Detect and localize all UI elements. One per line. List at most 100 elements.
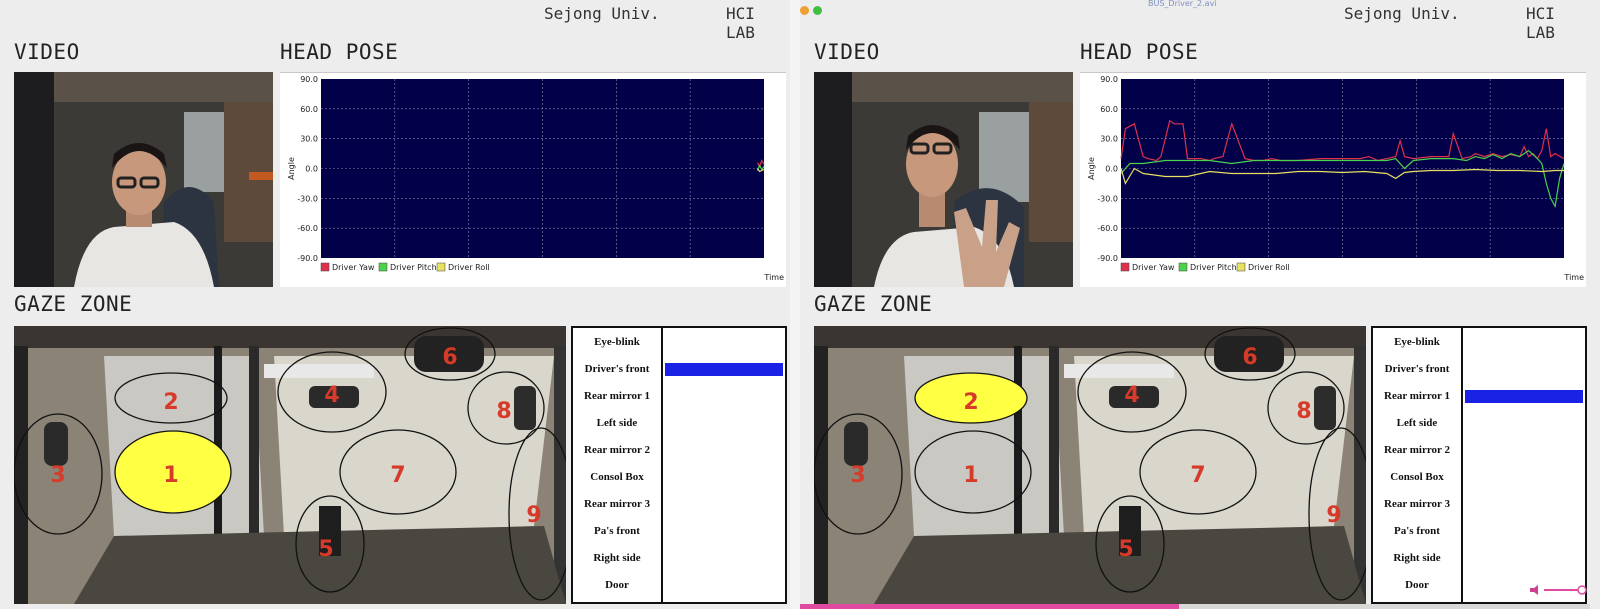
legend-swatch <box>1178 262 1188 272</box>
gaze-zone-number: 9 <box>526 503 541 528</box>
y-tick-label: -90.0 <box>1097 254 1118 263</box>
gaze-zone-number: 8 <box>1296 399 1311 424</box>
window-controls <box>800 0 826 19</box>
y-tick-label: 60.0 <box>1100 105 1118 114</box>
lab-label: HCI LAB <box>1526 4 1555 42</box>
zone-label: Pa's front <box>594 525 640 537</box>
gaze-zone-number: 9 <box>1326 503 1341 528</box>
head-pose-chart: 90.0 60.0 30.0 0.0 -30.0 -60.0 -90.0 Angle Drive… <box>280 72 786 287</box>
minimize-window-icon[interactable] <box>800 6 809 15</box>
gaze-zone-number: 1 <box>963 463 978 488</box>
gaze-zone-scene: 1 2 3 4 5 6 7 8 9 <box>14 326 566 604</box>
zone-label: Rear mirror 2 <box>1384 444 1450 456</box>
active-zone-bar <box>665 363 783 376</box>
playback-progress-fill <box>800 604 1180 609</box>
y-tick-label: 90.0 <box>300 75 318 84</box>
y-tick-label: 30.0 <box>300 135 318 144</box>
zone-label: Consol Box <box>590 471 644 483</box>
y-tick-label: -90.0 <box>297 254 318 263</box>
zone-label: Door <box>605 579 629 591</box>
head-pose-plot: 90.0 60.0 30.0 0.0 -30.0 -60.0 -90.0 Angle Drive… <box>1087 75 1584 282</box>
legend-label: Driver Roll <box>448 263 490 272</box>
gaze-zone-number: 2 <box>963 390 978 415</box>
legend-swatch <box>320 262 330 272</box>
left-panel: Sejong Univ. HCI LAB VIDEO HEAD POSE 90.… <box>0 0 790 609</box>
zone-label: Door <box>1405 579 1429 591</box>
zone-list-divider <box>661 328 663 602</box>
y-tick-label: -60.0 <box>297 224 318 233</box>
zone-label: Rear mirror 1 <box>584 390 650 402</box>
gaze-zone-number: 5 <box>1118 537 1133 562</box>
legend-swatch <box>1236 262 1246 272</box>
legend-swatch <box>436 262 446 272</box>
driver-video-frame <box>814 72 1073 287</box>
right-panel: BUS_Driver_2.avi Sejong Univ. HCI LAB VI… <box>800 0 1590 609</box>
gaze-zone-number: 3 <box>850 463 865 488</box>
gaze-zone-number: 5 <box>318 537 333 562</box>
zone-label: Right side <box>593 552 641 564</box>
y-tick-label: -30.0 <box>1097 194 1118 203</box>
gaze-zone-number: 4 <box>324 383 339 408</box>
gaze-zone-section-title: GAZE ZONE <box>814 292 933 316</box>
video-section-title: VIDEO <box>14 40 80 64</box>
gaze-zone-number: 2 <box>163 390 178 415</box>
speaker-icon <box>1530 585 1538 595</box>
maximize-window-icon[interactable] <box>813 6 822 15</box>
legend-swatch <box>1120 262 1130 272</box>
zone-label: Driver's front <box>584 363 650 375</box>
x-axis-label: Time <box>763 273 784 282</box>
zone-label: Rear mirror 1 <box>1384 390 1450 402</box>
panel-separator <box>790 0 800 609</box>
legend-label: Driver Pitch <box>390 263 437 272</box>
gaze-zone-number: 1 <box>163 463 178 488</box>
zone-list-divider <box>1461 328 1463 602</box>
gaze-zone-number: 8 <box>496 399 511 424</box>
x-axis-label: Time <box>1563 273 1584 282</box>
volume-slider[interactable] <box>1528 583 1588 597</box>
legend-label: Driver Yaw <box>1132 263 1175 272</box>
gaze-zone-number: 7 <box>390 463 405 488</box>
zone-label: Left side <box>596 417 638 429</box>
y-tick-label: 60.0 <box>300 105 318 114</box>
legend-swatch <box>378 262 388 272</box>
gaze-zone-list: Eye-blink Driver's front Rear mirror 1 Left… <box>571 326 787 604</box>
gaze-zone-number: 3 <box>50 463 65 488</box>
y-axis-label: Angle <box>1087 157 1096 180</box>
y-tick-label: 0.0 <box>1105 165 1118 174</box>
zone-label: Pa's front <box>1394 525 1440 537</box>
y-tick-label: 0.0 <box>305 165 318 174</box>
zone-label: Eye-blink <box>594 336 640 348</box>
university-label: Sejong Univ. <box>544 4 660 23</box>
bus-interior-view: 1 2 3 4 5 6 7 8 9 <box>14 326 566 604</box>
gaze-zone-number: 7 <box>1190 463 1205 488</box>
legend-label: Driver Pitch <box>1190 263 1237 272</box>
zone-label: Right side <box>1393 552 1441 564</box>
zone-label: Eye-blink <box>1394 336 1440 348</box>
gaze-zone-scene: 1 2 3 4 5 6 7 8 9 <box>814 326 1366 604</box>
university-label: Sejong Univ. <box>1344 4 1460 23</box>
bus-interior-view: 1 2 3 4 5 6 7 8 9 <box>814 326 1366 604</box>
zone-label: Driver's front <box>1384 363 1450 375</box>
gaze-zone-number: 6 <box>442 345 457 370</box>
y-tick-label: 90.0 <box>1100 75 1118 84</box>
zone-label: Consol Box <box>1390 471 1444 483</box>
y-tick-label: 30.0 <box>1100 135 1118 144</box>
legend-label: Driver Roll <box>1248 263 1290 272</box>
zone-label: Rear mirror 3 <box>584 498 650 510</box>
head-pose-section-title: HEAD POSE <box>1080 40 1199 64</box>
driver-video-image <box>14 72 273 287</box>
legend-label: Driver Yaw <box>332 263 375 272</box>
zone-label: Left side <box>1396 417 1438 429</box>
gaze-zone-number: 6 <box>1242 345 1257 370</box>
y-axis-label: Angle <box>287 157 296 180</box>
gaze-zone-number: 4 <box>1124 383 1139 408</box>
y-tick-label: -30.0 <box>297 194 318 203</box>
head-pose-plot: 90.0 60.0 30.0 0.0 -30.0 -60.0 -90.0 Angle Drive… <box>287 75 784 282</box>
playback-progress[interactable] <box>800 604 1590 609</box>
zone-label: Rear mirror 2 <box>584 444 650 456</box>
lab-label: HCI LAB <box>726 4 755 42</box>
gaze-zone-section-title: GAZE ZONE <box>14 292 133 316</box>
volume-knob[interactable] <box>1577 585 1587 595</box>
active-zone-bar <box>1465 390 1583 403</box>
zone-label: Rear mirror 3 <box>1384 498 1450 510</box>
